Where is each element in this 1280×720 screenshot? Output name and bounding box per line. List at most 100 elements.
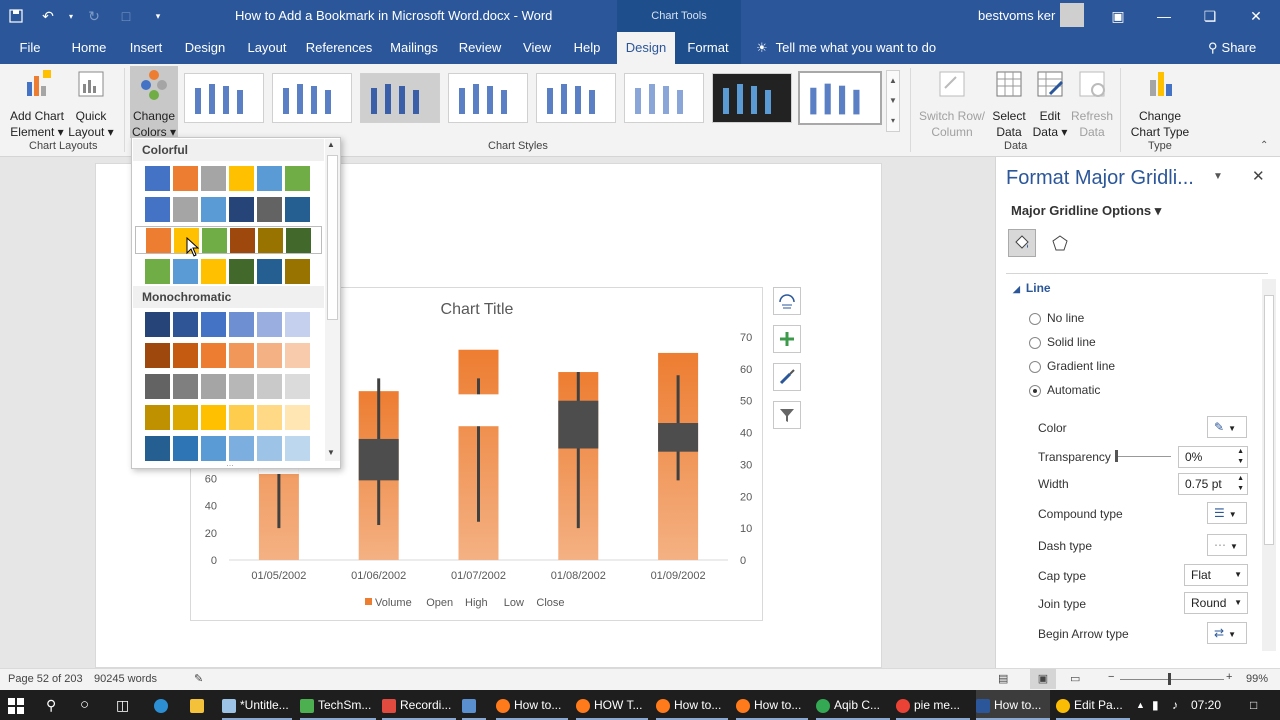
add-chart-element-button[interactable]: Add Chart Element ▾ — [6, 68, 68, 140]
fill-line-tab[interactable] — [1008, 229, 1036, 257]
monochromatic-palette-2[interactable] — [135, 341, 322, 369]
restore-icon[interactable]: ❏ — [1187, 0, 1233, 32]
repeat-icon[interactable]: □ — [110, 0, 142, 32]
tab-references[interactable]: References — [304, 32, 374, 64]
monochromatic-palette-1[interactable] — [135, 310, 322, 338]
monochromatic-palette-4[interactable] — [135, 403, 322, 431]
zoom-out-icon[interactable]: − — [1108, 671, 1114, 683]
scroll-up-icon[interactable]: ▲ — [327, 140, 335, 149]
avatar[interactable] — [1060, 3, 1084, 27]
word-count[interactable]: 90245 words — [94, 673, 157, 685]
chart-style-6[interactable] — [624, 73, 704, 123]
monochromatic-palette-3[interactable] — [135, 372, 322, 400]
zoom-in-icon[interactable]: + — [1226, 671, 1232, 683]
chart-styles-scroll[interactable]: ▲ ▼ ▾ — [886, 70, 900, 132]
user-name[interactable]: bestvoms ker — [978, 8, 1055, 23]
pane-scrollbar[interactable] — [1262, 279, 1276, 651]
undo-icon[interactable]: ↶ — [32, 0, 64, 32]
tab-design[interactable]: Design — [180, 32, 230, 64]
transparency-input[interactable]: 0% ▲ ▼ — [1178, 446, 1248, 468]
major-gridline-options-menu[interactable]: Major Gridline Options ▾ — [1011, 203, 1161, 219]
colorful-palette-2[interactable] — [135, 195, 322, 223]
taskbar-notepad[interactable]: *Untitle... — [222, 690, 292, 720]
spinner-icon[interactable]: ▲ ▼ — [1237, 474, 1244, 494]
change-colors-button[interactable]: Change Colors ▾ — [130, 66, 178, 139]
show-hidden-icons[interactable]: ▲ — [1136, 690, 1148, 720]
clock[interactable]: 07:20 — [1191, 690, 1231, 720]
color-picker[interactable]: ✎ ▼ — [1207, 416, 1247, 438]
monochromatic-palette-5[interactable] — [135, 434, 322, 462]
solid-line-radio[interactable]: Solid line — [1029, 333, 1269, 353]
zoom-slider[interactable] — [1120, 679, 1224, 680]
edit-data-button[interactable]: Edit Data ▾ — [1030, 68, 1070, 140]
volume-icon[interactable]: ♪ — [1172, 690, 1186, 720]
tab-mailings[interactable]: Mailings — [386, 32, 442, 64]
pane-options-icon[interactable]: ▼ — [1213, 171, 1223, 182]
notifications-icon[interactable]: □ — [1250, 690, 1266, 720]
begin-arrow-type-dropdown[interactable]: ⇄ ▼ — [1207, 622, 1247, 644]
change-chart-type-button[interactable]: Change Chart Type — [1126, 68, 1194, 140]
dash-type-dropdown[interactable]: ⋯ ▼ — [1207, 534, 1247, 556]
tab-file[interactable]: File — [10, 32, 50, 64]
chart-title[interactable]: Chart Title — [441, 301, 514, 318]
redo-icon[interactable]: ↻ — [78, 0, 110, 32]
colorful-palette-3[interactable] — [135, 226, 322, 254]
pane-close-icon[interactable]: ✕ — [1252, 167, 1265, 185]
chart-style-1[interactable] — [184, 73, 264, 123]
read-mode-icon[interactable]: ▤ — [998, 672, 1008, 685]
file-explorer-icon[interactable] — [190, 690, 210, 720]
chart-style-8[interactable] — [798, 71, 882, 125]
undo-dropdown-icon[interactable]: ▾ — [64, 0, 78, 32]
colorful-palette-1[interactable] — [135, 164, 322, 192]
chart-filters-button[interactable] — [773, 401, 801, 429]
chart-style-5[interactable] — [536, 73, 616, 123]
switch-row-column-button[interactable]: Switch Row/ Column — [916, 68, 988, 140]
taskbar-chrome-1[interactable]: Aqib C... — [816, 690, 890, 720]
width-input[interactable]: 0.75 pt ▲ ▼ — [1178, 473, 1248, 495]
compound-type-dropdown[interactable]: ☰ ▼ — [1207, 502, 1247, 524]
taskbar-chrome-2[interactable]: pie me... — [896, 690, 970, 720]
tab-chart-design[interactable]: Design — [617, 32, 675, 64]
chart-styles-button[interactable] — [773, 363, 801, 391]
zoom-level[interactable]: 99% — [1246, 673, 1268, 685]
ribbon-display-options-icon[interactable]: ▣ — [1095, 0, 1141, 32]
zoom-slider-thumb[interactable] — [1168, 673, 1171, 685]
battery-icon[interactable]: ▮ — [1152, 690, 1168, 720]
taskbar-recording[interactable]: Recordi... — [382, 690, 456, 720]
edge-icon[interactable] — [154, 690, 174, 720]
taskbar-techsmith[interactable]: TechSm... — [300, 690, 376, 720]
tell-me-search[interactable]: ☀ Tell me what you want to do — [756, 32, 936, 64]
page-count[interactable]: Page 52 of 203 — [8, 673, 83, 685]
tab-view[interactable]: View — [518, 32, 556, 64]
gradient-line-radio[interactable]: Gradient line — [1029, 357, 1269, 377]
taskbar-firefox-4[interactable]: How to... — [736, 690, 808, 720]
layout-options-button[interactable] — [773, 287, 801, 315]
chart-elements-button[interactable] — [773, 325, 801, 353]
taskbar-firefox-1[interactable]: How to... — [496, 690, 568, 720]
line-section-header[interactable]: ◢ Line — [1013, 281, 1051, 295]
share-button[interactable]: ⚲ Share — [1208, 32, 1256, 64]
tab-help[interactable]: Help — [568, 32, 606, 64]
minimize-icon[interactable]: — — [1141, 0, 1187, 32]
pane-scroll-thumb[interactable] — [1264, 295, 1274, 545]
effects-tab[interactable] — [1046, 229, 1074, 257]
spinner-icon[interactable]: ▲ ▼ — [1237, 447, 1244, 467]
print-layout-icon[interactable]: ▣ — [1030, 669, 1056, 689]
start-button[interactable] — [8, 690, 30, 720]
collapse-ribbon-icon[interactable]: ⌃ — [1260, 140, 1268, 151]
cap-type-dropdown[interactable]: Flat ▼ — [1184, 564, 1248, 586]
chart-style-3[interactable] — [360, 73, 440, 123]
search-icon[interactable]: ⚲ — [46, 690, 66, 720]
tab-review[interactable]: Review — [454, 32, 506, 64]
select-data-button[interactable]: Select Data — [990, 68, 1028, 140]
quick-layout-button[interactable]: Quick Layout ▾ — [68, 68, 114, 140]
chart-style-7[interactable] — [712, 73, 792, 123]
taskbar-chrome-3[interactable]: Edit Pa... — [1056, 690, 1130, 720]
tab-insert[interactable]: Insert — [124, 32, 168, 64]
join-type-dropdown[interactable]: Round ▼ — [1184, 592, 1248, 614]
customize-qat-icon[interactable]: ▾ — [142, 0, 174, 32]
scroll-down-icon[interactable]: ▼ — [327, 448, 335, 457]
taskbar-word[interactable]: How to... — [976, 690, 1050, 720]
proofing-icon[interactable]: ✎ — [194, 672, 203, 685]
tab-home[interactable]: Home — [64, 32, 114, 64]
